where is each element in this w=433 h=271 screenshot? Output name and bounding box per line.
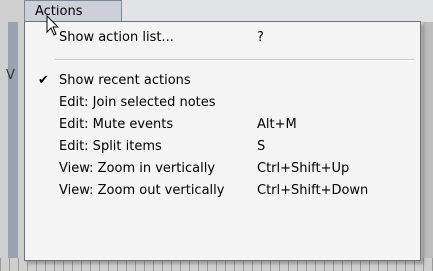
menu-item-label: View: Zoom out vertically xyxy=(59,183,225,198)
menu-item-label: Edit: Join selected notes xyxy=(59,95,216,110)
menu-item-shortcut: S xyxy=(257,139,266,154)
menu-item-label: Show action list... xyxy=(59,30,174,45)
menu-item-mute-events[interactable]: Edit: Mute events Alt+M xyxy=(25,114,420,136)
menu-item-shortcut: Ctrl+Shift+Up xyxy=(257,161,350,176)
menu-item-zoom-out-vertically[interactable]: View: Zoom out vertically Ctrl+Shift+Dow… xyxy=(25,180,420,202)
menu-item-shortcut: ? xyxy=(257,30,264,45)
check-icon: ✔ xyxy=(38,73,49,88)
menu-item-shortcut: Alt+M xyxy=(257,117,297,132)
menu-item-zoom-in-vertically[interactable]: View: Zoom in vertically Ctrl+Shift+Up xyxy=(25,158,420,180)
mouse-pointer-icon xyxy=(46,15,60,36)
background-right-panel xyxy=(423,22,433,271)
menu-item-split-items[interactable]: Edit: Split items S xyxy=(25,136,420,158)
background-letter: V xyxy=(6,68,15,83)
background-track-panel xyxy=(8,22,18,258)
actions-dropdown-menu: Show action list... ? ✔ Show recent acti… xyxy=(24,21,421,261)
menu-item-label: Show recent actions xyxy=(59,73,191,88)
menu-item-join-selected-notes[interactable]: Edit: Join selected notes xyxy=(25,92,420,114)
menu-separator xyxy=(55,59,415,61)
menu-item-shortcut: Ctrl+Shift+Down xyxy=(257,183,369,198)
menu-item-label: Edit: Split items xyxy=(59,139,162,154)
menu-item-show-recent-actions[interactable]: ✔ Show recent actions xyxy=(25,70,420,92)
menu-item-label: View: Zoom in vertically xyxy=(59,161,216,176)
menu-item-label: Edit: Mute events xyxy=(59,117,174,132)
menu-item-show-action-list[interactable]: Show action list... ? xyxy=(25,27,420,49)
menu-actions[interactable]: Actions xyxy=(24,0,122,22)
